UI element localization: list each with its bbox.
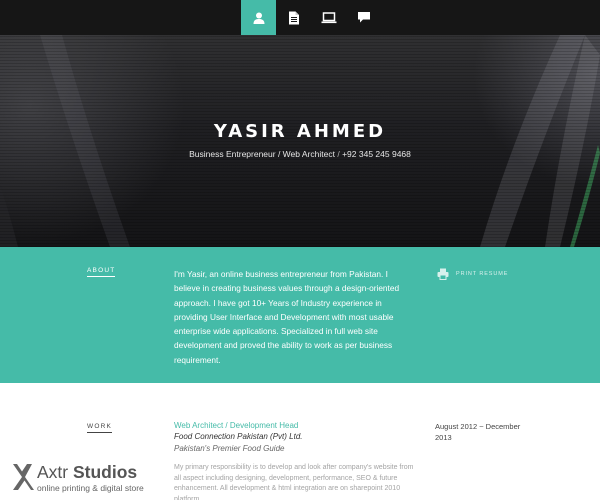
top-nav (0, 0, 600, 35)
watermark-brand: Axtr Studios (37, 462, 137, 483)
hero-separator: / (337, 149, 340, 159)
nav-portfolio-button[interactable] (311, 0, 346, 35)
work-heading: WORK (87, 423, 113, 433)
job-description: My primary responsibility is to develop … (174, 464, 414, 500)
about-section: ABOUT I'm Yasir, an online business entr… (0, 247, 600, 383)
about-paragraph: I'm Yasir, an online business entreprene… (174, 269, 400, 365)
hero-role: Business Entrepreneur / Web Architect (189, 149, 335, 159)
print-resume-button[interactable]: PRINT RESUME (437, 268, 508, 280)
hero-subtitle: Business Entrepreneur / Web Architect / … (0, 149, 600, 159)
about-heading: ABOUT (87, 267, 116, 277)
watermark: Axtr Studios online printing & digital s… (8, 461, 163, 497)
nav-resume-button[interactable] (276, 0, 311, 35)
hero-phone: +92 345 245 9468 (342, 149, 411, 159)
job-title-link[interactable]: Web Architect / Development Head (174, 421, 298, 430)
watermark-logo-icon (13, 464, 34, 490)
document-icon (288, 11, 299, 24)
job-company: Food Connection Pakistan (Pvt) Ltd. (174, 432, 303, 441)
laptop-icon (321, 11, 336, 23)
watermark-brand-bold: Studios (72, 462, 138, 482)
user-icon (253, 12, 264, 24)
nav-about-button[interactable] (241, 0, 276, 35)
job-dates: August 2012 ~ December 2013 (435, 422, 521, 442)
printer-icon (437, 268, 449, 280)
hero-name: YASIR AHMED (213, 121, 387, 142)
job-tagline: Pakistan's Premier Food Guide (174, 444, 285, 453)
watermark-brand-light: Axtr (37, 462, 73, 482)
nav-icon-group (241, 0, 381, 35)
chat-icon (357, 12, 370, 23)
watermark-tagline: online printing & digital store (37, 483, 144, 493)
nav-contact-button[interactable] (346, 0, 381, 35)
print-resume-label: PRINT RESUME (456, 271, 509, 277)
hero-banner: YASIR AHMED Business Entrepreneur / Web … (0, 35, 600, 247)
